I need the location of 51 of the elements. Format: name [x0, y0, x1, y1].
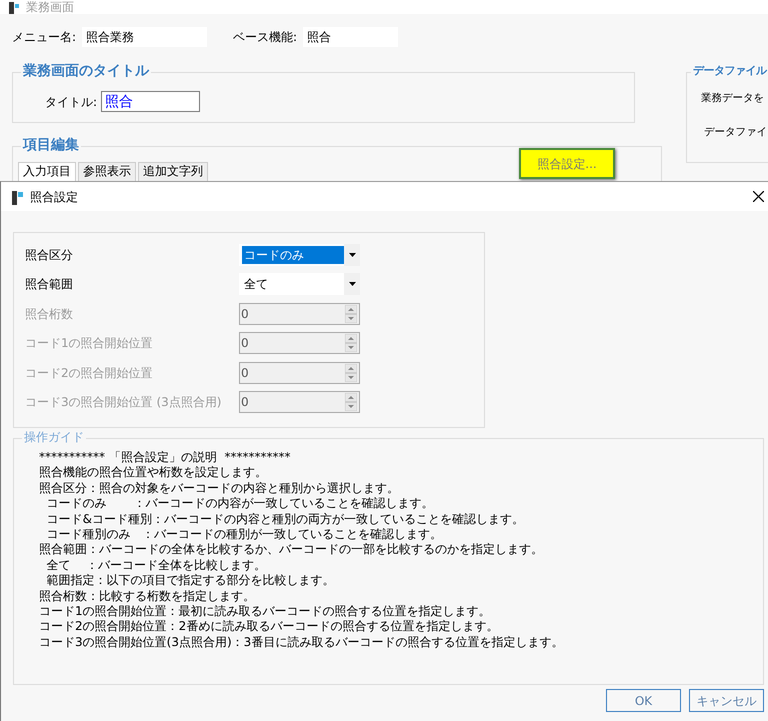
window-title: 業務画面 [26, 0, 74, 14]
group-title: 操作ガイド [22, 428, 86, 446]
guide-text-line: コード種別のみ ：バーコードの種別が一致していることを確認します。 [46, 527, 444, 542]
close-icon[interactable] [753, 191, 764, 202]
field-label: ベース機能: [233, 29, 298, 46]
caret-icon[interactable] [344, 273, 360, 296]
dropdown[interactable]: 全て [239, 273, 360, 296]
dialog-button[interactable]: キャンセル [689, 689, 764, 712]
group-title: 項目編集 [21, 136, 81, 154]
spinner-arrows-icon[interactable] [345, 334, 357, 352]
dropdown-value: 全て [243, 276, 269, 294]
settings-button[interactable]: 照合設定... [519, 148, 615, 179]
app-icon [10, 188, 24, 204]
field-label: メニュー名: [12, 29, 76, 46]
field-label: コード3の照合開始位置 (3点照合用) [25, 394, 222, 412]
field-label: タイトル: [45, 94, 98, 110]
app-icon [8, 1, 20, 14]
guide-text-line: コード1の照合開始位置：最初に読み取るバーコードの照合する位置を指定します。 [39, 604, 492, 620]
guide-text-line: 範囲指定：以下の項目で指定する部分を比較します。 [46, 573, 336, 589]
guide-text-line: 全て ：バーコード全体を比較します。 [46, 558, 267, 574]
field-label: 照合区分 [25, 246, 74, 264]
caret-icon[interactable] [344, 244, 360, 266]
title-input[interactable]: 照合 [101, 91, 200, 112]
tab[interactable]: 追加文字列 [138, 162, 208, 183]
spinner-arrows-icon[interactable] [345, 304, 357, 323]
label-text: 業務データを [701, 91, 764, 106]
tab[interactable]: 参照表示 [78, 162, 136, 183]
tab[interactable]: 入力項目 [18, 162, 76, 183]
field-label: 照合範囲 [25, 276, 74, 294]
spinner-arrows-icon[interactable] [345, 364, 357, 382]
guide-text-line: コードのみ ：バーコードの内容が一致していることを確認します。 [46, 496, 434, 512]
menu-name-field: 照合業務 [82, 27, 208, 47]
field-label: コード1の照合開始位置 [25, 335, 154, 352]
guide-text-line: コード&コード種別：バーコードの内容と種別の両方が一致していることを確認します。 [46, 512, 525, 528]
field-label: 照合桁数 [25, 306, 74, 323]
guide-text-line: コード2の照合開始位置：2番めに読み取るバーコードの照合する位置を指定します。 [39, 619, 500, 635]
guide-text-line: 照合機能の照合位置や桁数を設定します。 [39, 465, 268, 481]
guide-text-line: 照合範囲：バーコードの全体を比較するか、バーコードの一部を比較するのかを指定します。 [39, 542, 544, 558]
spinner-arrows-icon[interactable] [345, 393, 357, 412]
base-function-field: 照合 [303, 27, 398, 47]
group-title: 業務画面のタイトル [21, 62, 151, 80]
guide-text-line: 照合桁数：比較する桁数を指定します。 [39, 588, 256, 604]
guide-text-line: *********** 「照合設定」の説明 *********** [39, 450, 292, 466]
dropdown[interactable]: コードのみ [239, 244, 360, 266]
dialog-button[interactable]: OK [606, 689, 681, 712]
guide-text-line: 照合区分：照合の対象をバーコードの内容と種別から選択します。 [39, 480, 400, 496]
label-text: データファイ [704, 125, 767, 140]
guide-text-line: コード3の照合開始位置(3点照合用)：3番目に読み取るバーコードの照合する位置を指定します。 [39, 634, 564, 650]
field-label: コード2の照合開始位置 [25, 364, 154, 382]
dialog-title: 照合設定 [30, 188, 78, 206]
dropdown-value: コードのみ [242, 246, 344, 264]
